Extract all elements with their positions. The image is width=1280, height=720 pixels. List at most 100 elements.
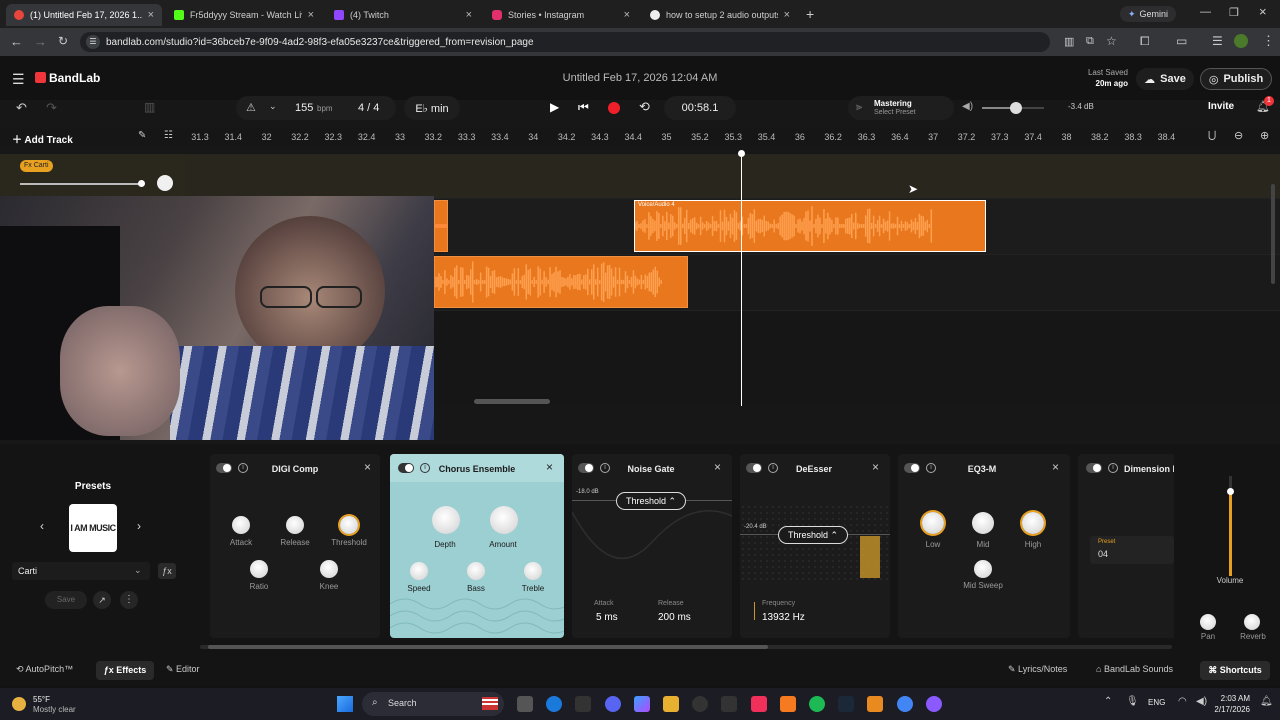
taskbar-search[interactable]: ⌕ Search	[362, 692, 504, 716]
preset-select[interactable]: Carti ⌄	[12, 562, 150, 580]
track-volume-slider[interactable]	[20, 183, 142, 185]
threshold-knob[interactable]	[340, 516, 358, 534]
track-lane-1[interactable]	[185, 154, 1280, 198]
mastering-selector[interactable]: ⫸ Mastering Select Preset	[848, 96, 954, 120]
speaker-icon[interactable]: ◀)	[962, 101, 973, 112]
playhead[interactable]	[741, 154, 742, 406]
back-icon[interactable]: ←	[10, 34, 23, 49]
publish-button[interactable]: ◎ Publish	[1200, 68, 1272, 90]
mid-sweep-knob[interactable]	[974, 560, 992, 578]
clock-time[interactable]: 2:03 AM	[1214, 694, 1250, 703]
file-explorer-icon[interactable]	[663, 696, 679, 712]
volume-fader-track[interactable]	[1227, 476, 1234, 576]
depth-knob[interactable]	[432, 506, 460, 534]
discord-icon[interactable]	[605, 696, 621, 712]
tab-kick[interactable]: Fr5ddyyy Stream - Watch Live ... ×	[166, 4, 322, 26]
close-tab-icon[interactable]: ×	[148, 9, 154, 21]
close-tab-icon[interactable]: ×	[624, 9, 630, 21]
tray-chevron-icon[interactable]: ⌃	[1104, 696, 1112, 707]
minimize-window-icon[interactable]: —	[1200, 6, 1211, 18]
audio-clip[interactable]	[434, 200, 448, 252]
tab-instagram[interactable]: Stories • Instagram ×	[484, 4, 638, 26]
profile-avatar[interactable]	[1234, 34, 1248, 48]
downloads-icon[interactable]: ☰	[1212, 34, 1223, 48]
effect-toggle[interactable]	[904, 463, 920, 473]
cast-icon[interactable]: ⧉	[1086, 35, 1094, 48]
effect-toggle[interactable]	[746, 463, 762, 473]
spotify-icon[interactable]	[809, 696, 825, 712]
skip-back-icon[interactable]: ⏮	[578, 100, 589, 115]
speed-knob[interactable]	[410, 562, 428, 580]
frequency-value[interactable]: 13932 Hz	[762, 612, 805, 623]
copilot-icon[interactable]	[634, 696, 650, 712]
close-icon[interactable]: ×	[872, 460, 879, 474]
effect-toggle[interactable]	[1086, 463, 1102, 473]
play-icon[interactable]: ▶	[550, 100, 559, 114]
info-icon[interactable]: i	[420, 463, 430, 473]
close-tab-icon[interactable]: ×	[784, 9, 790, 21]
reverb-knob[interactable]	[1244, 614, 1260, 630]
pencil-tool-icon[interactable]: ✎	[138, 130, 146, 141]
info-icon[interactable]: i	[926, 463, 936, 473]
info-icon[interactable]: i	[238, 463, 248, 473]
autopitch-tab[interactable]: ⟲ AutoPitch™	[16, 664, 73, 675]
mid-knob[interactable]	[972, 512, 994, 534]
tab-bandlab[interactable]: (1) Untitled Feb 17, 2026 1... ×	[6, 4, 162, 26]
redo-icon[interactable]: ↷	[46, 100, 57, 116]
windows-start-icon[interactable]	[337, 696, 353, 712]
weather-icon[interactable]	[12, 697, 26, 711]
close-icon[interactable]: ×	[714, 460, 721, 474]
fl-studio-icon[interactable]	[867, 696, 883, 712]
info-icon[interactable]: i	[1108, 463, 1118, 473]
preset-thumbnail[interactable]: I AM MUSIC	[69, 504, 117, 552]
forward-icon[interactable]: →	[34, 34, 47, 49]
epic-games-icon[interactable]	[575, 696, 591, 712]
treble-knob[interactable]	[524, 562, 542, 580]
magnet-icon[interactable]: ⋃	[1208, 130, 1216, 141]
zoom-in-icon[interactable]: ⊕	[1260, 129, 1269, 142]
close-icon[interactable]: ×	[1052, 460, 1059, 474]
gemini-button[interactable]: ✦ Gemini	[1120, 6, 1176, 22]
add-track-button[interactable]: ＋ Add Track	[12, 131, 73, 146]
timeline-ruler[interactable]: 31.3 31.4 32 32.2 32.3 32.4 33 33.2 33.3 33.4 34 34…	[185, 128, 1200, 146]
amount-knob[interactable]	[490, 506, 518, 534]
track-header[interactable]: Fx Carti	[0, 154, 185, 196]
site-info-icon[interactable]: ☰	[86, 35, 100, 49]
settings-icon[interactable]	[692, 696, 708, 712]
close-icon[interactable]: ×	[546, 460, 553, 474]
audio-clip-selected[interactable]: Voice/Audio 4	[634, 200, 986, 252]
track-fx-badge[interactable]: Fx Carti	[20, 160, 53, 172]
master-volume-slider[interactable]	[982, 102, 1044, 114]
loop-icon[interactable]: ⟲	[639, 99, 650, 115]
microphone-icon[interactable]: 🎙︎	[1126, 696, 1139, 707]
dimension-preset-select[interactable]: Preset 04	[1090, 536, 1174, 564]
ratio-knob[interactable]	[250, 560, 268, 578]
clock-date[interactable]: 2/17/2026	[1206, 705, 1250, 714]
effects-scrollbar-thumb[interactable]	[208, 645, 768, 649]
extensions-icon[interactable]: ⧠	[1140, 34, 1150, 49]
sounds-tab[interactable]: ⌂ BandLab Sounds	[1096, 664, 1173, 674]
task-view-icon[interactable]	[517, 696, 533, 712]
edge-icon[interactable]	[546, 696, 562, 712]
prev-preset-icon[interactable]: ‹	[40, 519, 44, 533]
threshold-handle[interactable]: Threshold ⌃	[778, 526, 848, 544]
steam-icon[interactable]	[838, 696, 854, 712]
reload-icon[interactable]: ↻	[58, 34, 68, 48]
browser-menu-icon[interactable]: ⋮	[1262, 33, 1275, 49]
next-preset-icon[interactable]: ›	[137, 519, 141, 533]
high-knob[interactable]	[1022, 512, 1044, 534]
apple-music-icon[interactable]	[751, 696, 767, 712]
more-options-icon[interactable]: ⋮	[120, 591, 138, 609]
track-pan-knob[interactable]	[157, 175, 173, 191]
sidepanel-icon[interactable]: ▭	[1176, 34, 1187, 48]
pan-knob[interactable]	[1200, 614, 1216, 630]
editor-tab[interactable]: ✎ Editor	[166, 664, 200, 675]
effect-toggle[interactable]	[578, 463, 594, 473]
attack-knob[interactable]	[232, 516, 250, 534]
shortcuts-button[interactable]: ⌘ Shortcuts	[1200, 661, 1270, 680]
tab-twitch[interactable]: (4) Twitch ×	[326, 4, 480, 26]
url-field[interactable]: ☰ bandlab.com/studio?id=36bceb7e-9f09-4a…	[80, 32, 1050, 52]
vertical-scrollbar[interactable]	[1271, 184, 1275, 284]
preset-save-button[interactable]: Save	[45, 591, 87, 609]
grid-icon[interactable]: ▥	[144, 100, 155, 114]
